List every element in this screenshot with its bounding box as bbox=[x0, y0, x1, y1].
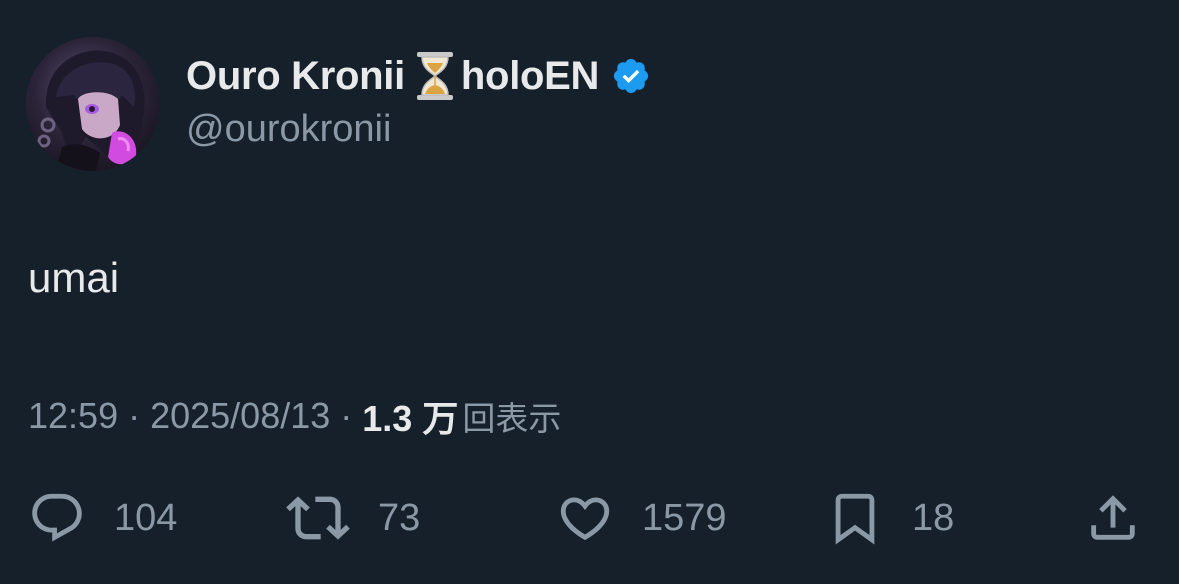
display-name[interactable]: Ouro Kronii bbox=[186, 54, 405, 99]
avatar[interactable] bbox=[26, 37, 160, 171]
views-label: 回表示 bbox=[462, 399, 562, 438]
heart-icon bbox=[556, 489, 614, 547]
tweet-time[interactable]: 12:59 bbox=[28, 395, 118, 437]
avatar-image bbox=[26, 37, 160, 171]
bookmark-count: 18 bbox=[912, 496, 955, 539]
display-name-row: Ouro Kronii holoEN bbox=[186, 50, 651, 102]
tweet-text: umai bbox=[28, 254, 120, 301]
share-button[interactable] bbox=[1084, 488, 1142, 548]
reply-count: 104 bbox=[114, 496, 178, 539]
tweet-meta: 12:59 · 2025/08/13 · 1.3 万 回表示 bbox=[28, 393, 561, 439]
retweet-button[interactable]: 73 bbox=[286, 488, 420, 548]
bookmark-icon bbox=[826, 487, 884, 549]
verified-badge-icon[interactable] bbox=[611, 56, 651, 96]
bookmark-button[interactable]: 18 bbox=[826, 488, 954, 548]
meta-separator: · bbox=[340, 395, 353, 436]
tweet-card: Ouro Kronii holoEN @ourokronii umai 12:5… bbox=[0, 0, 1179, 584]
retweet-icon bbox=[286, 486, 350, 550]
action-bar: 104 73 1579 18 bbox=[0, 488, 1179, 548]
reply-icon bbox=[28, 489, 86, 547]
like-count: 1579 bbox=[642, 496, 727, 539]
like-button[interactable]: 1579 bbox=[556, 488, 727, 548]
meta-separator: · bbox=[128, 395, 141, 436]
user-handle[interactable]: @ourokronii bbox=[186, 108, 391, 151]
tweet-date[interactable]: 2025/08/13 bbox=[150, 395, 330, 437]
views-count[interactable]: 1.3 万 bbox=[362, 390, 458, 442]
reply-button[interactable]: 104 bbox=[28, 488, 177, 548]
retweet-count: 73 bbox=[378, 496, 421, 539]
hourglass-icon bbox=[413, 51, 457, 101]
display-name-suffix[interactable]: holoEN bbox=[461, 54, 599, 99]
share-icon bbox=[1084, 489, 1142, 547]
